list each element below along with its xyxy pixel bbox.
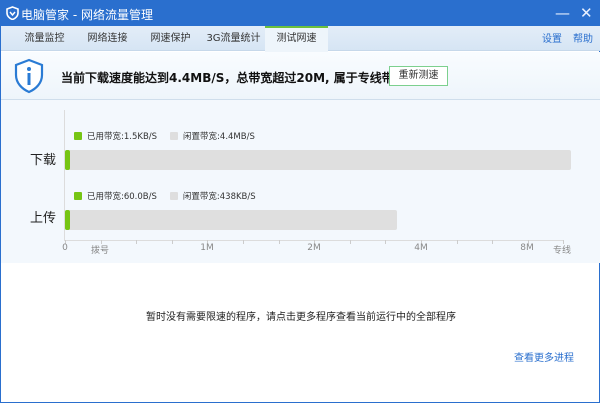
tick-label: 拨号 (90, 246, 110, 256)
upload-legend: 已用带宽:60.0B/S 闲置带宽:438KB/S (74, 190, 256, 202)
tab-traffic-monitor[interactable]: 流量监控 (13, 26, 76, 51)
upload-idle: 闲置带宽:438KB/S (182, 192, 256, 202)
download-legend: 已用带宽:1.5KB/S 闲置带宽:4.4MB/S (74, 130, 255, 142)
tick-label: 0 (62, 243, 68, 253)
idle-swatch (169, 192, 178, 200)
used-swatch (74, 192, 82, 200)
minimize-button[interactable]: — (555, 4, 570, 22)
tab-connections[interactable]: 网络连接 (76, 26, 139, 51)
download-idle: 闲置带宽:4.4MB/S (183, 132, 255, 142)
upload-used: 已用带宽:60.0B/S (87, 192, 157, 202)
tab-bar: 流量监控 网络连接 网速保护 3G流量统计 测试网速 设置 帮助 (1, 26, 600, 54)
close-button[interactable]: ✕ (580, 4, 593, 22)
axis-tick (136, 240, 138, 244)
view-more-processes-link[interactable]: 查看更多进程 (514, 349, 574, 364)
download-used: 已用带宽:1.5KB/S (87, 132, 158, 142)
window-title: 电脑管家 - 网络流量管理 (21, 8, 153, 22)
axis-tick (492, 240, 494, 244)
tick-label: 专线 (552, 246, 572, 256)
upload-used-bar (65, 210, 70, 230)
help-link[interactable]: 帮助 (573, 26, 593, 54)
upload-idle-bar (65, 210, 397, 230)
info-shield-icon (14, 58, 44, 94)
tick-label: 2M (307, 243, 321, 253)
tick-label: 1M (200, 243, 214, 253)
axis-tick (349, 240, 351, 244)
download-label: 下载 (30, 153, 57, 168)
used-swatch (74, 132, 82, 140)
tab-speed-protection[interactable]: 网速保护 (139, 26, 202, 51)
axis-tick (385, 240, 387, 244)
tick-label: 4M (414, 243, 428, 253)
no-limited-programs-note: 暂时没有需要限速的程序，请点击更多程序查看当前运行中的全部程序 (146, 312, 456, 323)
download-idle-bar (65, 150, 571, 170)
download-used-bar (65, 150, 70, 170)
shield-logo-icon (6, 6, 19, 20)
axis-tick (243, 240, 244, 244)
tab-speed-test[interactable]: 测试网速 (265, 26, 328, 52)
axis-tick (456, 240, 458, 244)
bandwidth-chart: 已用带宽:1.5KB/S 闲置带宽:4.4MB/S 下载 已用带宽:60.0B/… (1, 100, 600, 263)
result-banner: 当前下载速度能达到4.4MB/S，总带宽超过20M, 属于专线带宽 重新测速 (1, 52, 600, 100)
title-bar: 电脑管家 - 网络流量管理 — ✕ (1, 1, 600, 26)
axis-tick (171, 240, 173, 244)
upload-label: 上传 (30, 211, 57, 226)
speed-result-message: 当前下载速度能达到4.4MB/S，总带宽超过20M, 属于专线带宽 (61, 71, 406, 85)
tick-label: 8M (520, 243, 534, 253)
tab-3g-stats[interactable]: 3G流量统计 (202, 26, 265, 51)
retest-button[interactable]: 重新测速 (389, 66, 448, 86)
settings-link[interactable]: 设置 (542, 26, 562, 54)
idle-swatch (170, 132, 179, 140)
axis-tick (278, 240, 280, 244)
